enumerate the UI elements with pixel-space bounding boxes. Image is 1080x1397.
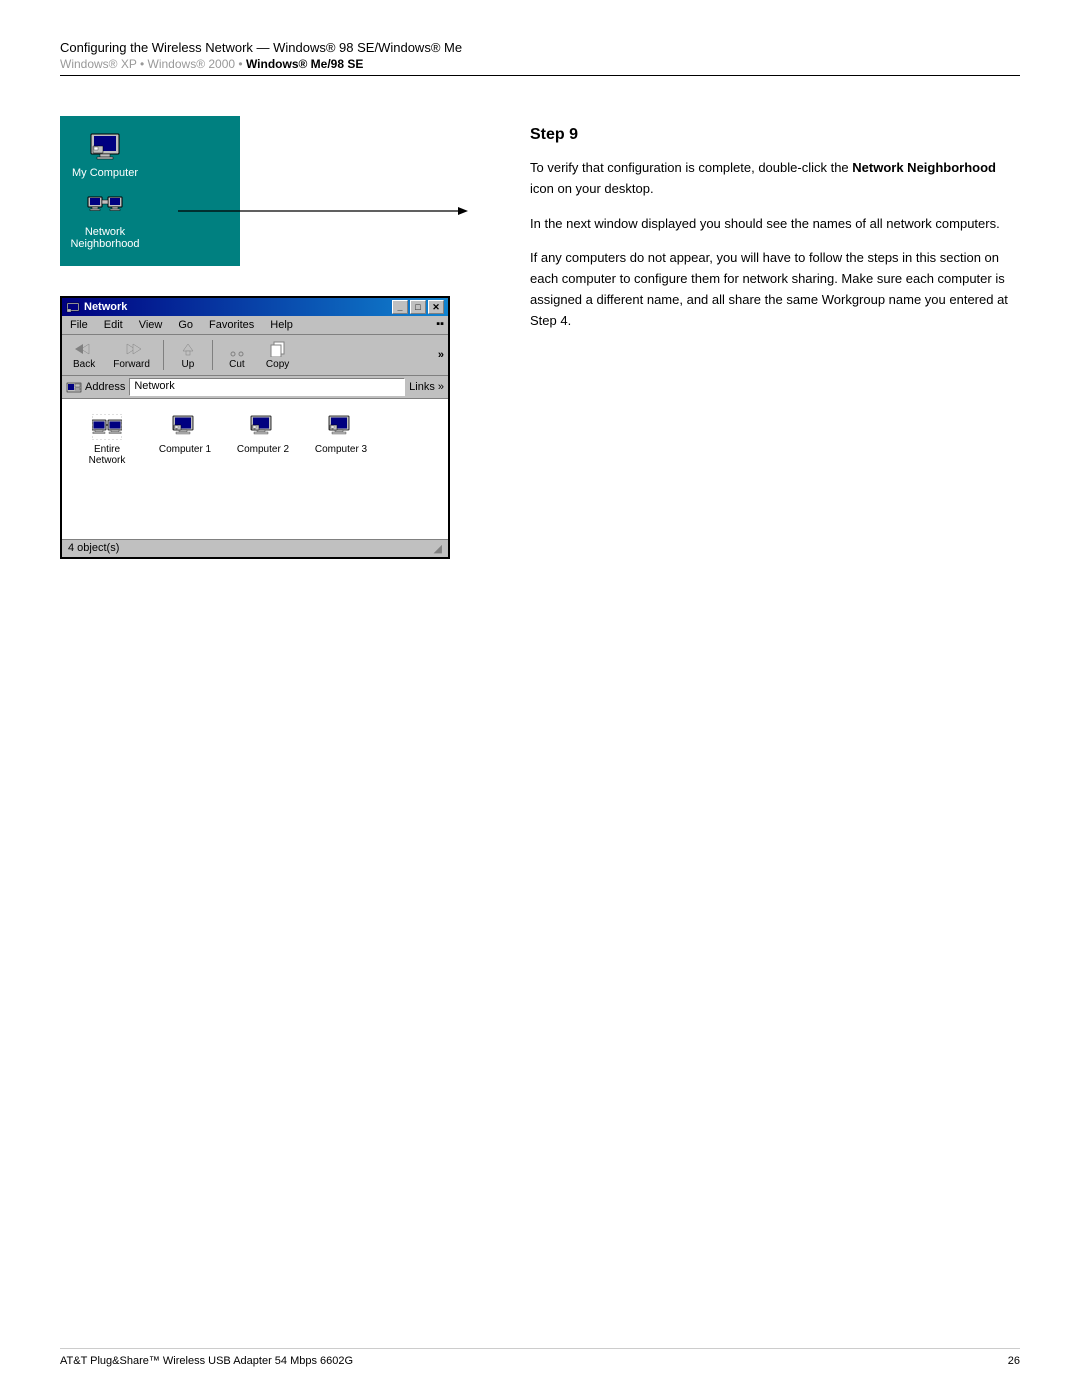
menubar: File Edit View Go Favorites Help ▪▪ (62, 316, 448, 335)
copy-button[interactable]: Copy (259, 338, 296, 372)
menu-extend[interactable]: ▪▪ (436, 318, 444, 332)
menu-favorites[interactable]: Favorites (205, 318, 258, 332)
computer2-item[interactable]: Computer 2 (228, 409, 298, 470)
address-links[interactable]: Links » (409, 381, 444, 393)
right-column: Step 9 To verify that configuration is c… (490, 116, 1020, 559)
header-subtitle-bold: Windows® Me/98 SE (246, 57, 363, 71)
address-label: Address (66, 380, 125, 394)
addressbar: Address Network Links » (62, 376, 448, 399)
step-paragraph-1: To verify that configuration is complete… (530, 158, 1020, 200)
computer1-icon (169, 413, 201, 441)
arrow-line (178, 191, 498, 271)
network-neighborhood-icon (87, 191, 123, 223)
statusbar: 4 object(s) ◢ (62, 539, 448, 557)
minimize-button[interactable]: _ (392, 300, 408, 314)
explorer-window-title: Network (84, 301, 127, 313)
toolbar-sep-2 (212, 340, 213, 370)
footer-left: AT&T Plug&Share™ Wireless USB Adapter 54… (60, 1355, 353, 1367)
computer3-item[interactable]: Computer 3 (306, 409, 376, 470)
entire-network-icon (91, 413, 123, 441)
computer2-icon (247, 413, 279, 441)
my-computer-desktop-icon[interactable]: My Computer (70, 132, 140, 179)
computer3-label: Computer 3 (315, 444, 367, 455)
statusbar-resize: ◢ (434, 542, 442, 555)
header: Configuring the Wireless Network — Windo… (60, 40, 1020, 76)
toolbar-extend[interactable]: » (438, 349, 444, 361)
forward-icon (122, 340, 142, 358)
explorer-window-icon (66, 300, 80, 314)
explorer-content: Entire Network (62, 399, 448, 539)
forward-button[interactable]: Forward (106, 338, 157, 372)
explorer-titlebar: Network _ □ ✕ (62, 298, 448, 316)
entire-network-label: Entire Network (89, 444, 126, 466)
header-title: Configuring the Wireless Network — Windo… (60, 40, 1020, 55)
menu-help[interactable]: Help (266, 318, 297, 332)
page: Configuring the Wireless Network — Windo… (0, 0, 1080, 1397)
network-address-icon (66, 380, 82, 394)
network-neighborhood-label: Network Neighborhood (70, 226, 139, 250)
up-icon (178, 340, 198, 358)
step-paragraph-2: In the next window displayed you should … (530, 214, 1020, 235)
toolbar-sep-1 (163, 340, 164, 370)
step-heading: Step 9 (530, 126, 1020, 144)
menu-edit[interactable]: Edit (100, 318, 127, 332)
network-neighborhood-desktop-icon[interactable]: Network Neighborhood (70, 191, 140, 250)
statusbar-count: 4 object(s) (68, 542, 119, 555)
header-subtitle: Windows® XP • Windows® 2000 • Windows® M… (60, 57, 1020, 71)
main-content: My Computer (60, 116, 1020, 559)
back-button[interactable]: Back (66, 338, 102, 372)
step-paragraph-3: If any computers do not appear, you will… (530, 248, 1020, 331)
copy-icon (268, 340, 288, 358)
computer1-item[interactable]: Computer 1 (150, 409, 220, 470)
left-column: My Computer (60, 116, 490, 559)
header-subtitle-normal: Windows® XP • Windows® 2000 • (60, 57, 246, 71)
up-button[interactable]: Up (170, 338, 206, 372)
footer: AT&T Plug&Share™ Wireless USB Adapter 54… (60, 1348, 1020, 1367)
menu-go[interactable]: Go (174, 318, 197, 332)
computer1-label: Computer 1 (159, 444, 211, 455)
menu-file[interactable]: File (66, 318, 92, 332)
scissors-icon (227, 340, 247, 358)
footer-page-number: 26 (1008, 1355, 1020, 1367)
entire-network-item[interactable]: Entire Network (72, 409, 142, 470)
toolbar: Back Forward (62, 335, 448, 376)
explorer-window: Network _ □ ✕ File Edit View Go Favorite… (60, 296, 450, 559)
computer3-icon (325, 413, 357, 441)
back-icon (74, 340, 94, 358)
my-computer-label: My Computer (72, 167, 138, 179)
address-input[interactable]: Network (129, 378, 405, 396)
titlebar-left: Network (66, 300, 127, 314)
menu-view[interactable]: View (135, 318, 167, 332)
cut-button[interactable]: Cut (219, 338, 255, 372)
close-button[interactable]: ✕ (428, 300, 444, 314)
my-computer-icon (87, 132, 123, 164)
network-neighborhood-bold: Network Neighborhood (852, 160, 996, 175)
computer2-label: Computer 2 (237, 444, 289, 455)
maximize-button[interactable]: □ (410, 300, 426, 314)
titlebar-controls: _ □ ✕ (392, 300, 444, 314)
